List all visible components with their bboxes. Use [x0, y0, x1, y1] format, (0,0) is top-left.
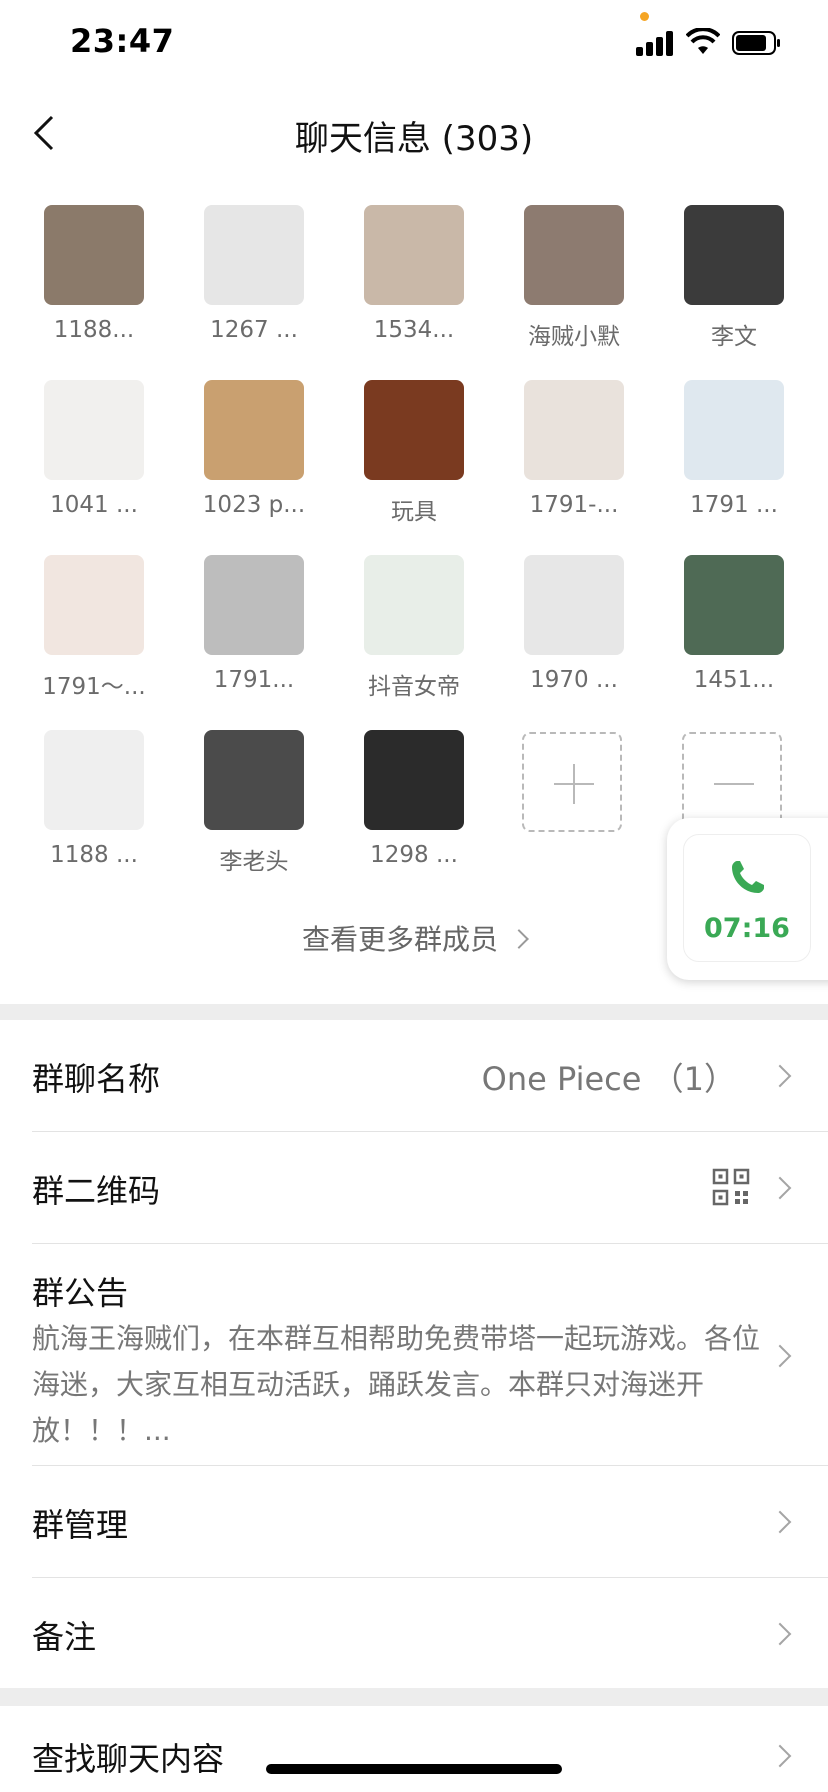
member-name: 1970 ...: [530, 667, 618, 693]
chevron-right-icon: [509, 929, 529, 949]
avatar[interactable]: [684, 380, 784, 480]
member-name: 玩具: [391, 499, 437, 525]
member-item[interactable]: 1970 ...: [504, 555, 644, 693]
avatar[interactable]: [204, 380, 304, 480]
floating-call-widget[interactable]: 07:16: [667, 818, 828, 980]
member-item[interactable]: 李文: [664, 205, 804, 351]
view-more-label: 查看更多群成员: [301, 923, 498, 956]
battery-icon: [732, 31, 780, 55]
member-name: 李老头: [219, 849, 289, 875]
member-name: 1188 ...: [50, 842, 138, 868]
member-name: 1267 ...: [210, 317, 298, 343]
section-separator: [0, 1004, 828, 1020]
avatar[interactable]: [364, 205, 464, 305]
member-item[interactable]: 海贼小默: [504, 205, 644, 351]
group-manage-label: 群管理: [32, 1506, 129, 1544]
avatar[interactable]: [204, 555, 304, 655]
group-name-label: 群聊名称: [32, 1060, 161, 1098]
avatar[interactable]: [524, 555, 624, 655]
member-item[interactable]: 1188...: [24, 205, 164, 343]
search-chat-label: 查找聊天内容: [32, 1740, 225, 1778]
member-item[interactable]: 1791 ...: [664, 380, 804, 518]
member-item[interactable]: 1188 ...: [24, 730, 164, 868]
mic-indicator-dot: [640, 12, 649, 21]
member-item[interactable]: 李老头: [184, 730, 324, 876]
group-manage-row[interactable]: 群管理: [0, 1466, 828, 1576]
member-item[interactable]: 1298 ...: [344, 730, 484, 868]
member-name: 1451...: [693, 667, 775, 693]
section-separator: [0, 1688, 828, 1706]
chevron-right-icon: [768, 1176, 792, 1200]
member-name: 1188...: [53, 317, 135, 343]
chevron-right-icon: [768, 1622, 792, 1646]
announcement-label: 群公告: [32, 1274, 129, 1312]
member-name: 1791-...: [529, 492, 619, 518]
group-name-value: One Piece （1）: [481, 1060, 736, 1098]
member-item[interactable]: 1534...: [344, 205, 484, 343]
member-name: 1791...: [213, 667, 295, 693]
avatar[interactable]: [44, 205, 144, 305]
status-bar: 23:47: [0, 0, 828, 90]
avatar[interactable]: [364, 730, 464, 830]
member-name: 1023 p...: [202, 492, 306, 518]
avatar[interactable]: [204, 730, 304, 830]
remove-member-button[interactable]: [682, 732, 782, 832]
signal-icon: [636, 30, 676, 56]
remark-row[interactable]: 备注: [0, 1578, 828, 1688]
member-name: 抖音女帝: [368, 674, 460, 700]
avatar[interactable]: [44, 380, 144, 480]
avatar[interactable]: [684, 205, 784, 305]
member-item[interactable]: 1451...: [664, 555, 804, 693]
avatar[interactable]: [204, 205, 304, 305]
member-name: 李文: [711, 324, 757, 350]
call-duration: 07:16: [704, 913, 790, 944]
member-item[interactable]: 1791-...: [504, 380, 644, 518]
home-indicator[interactable]: [266, 1764, 562, 1774]
chevron-right-icon: [768, 1064, 792, 1088]
phone-icon: [732, 861, 764, 893]
avatar[interactable]: [684, 555, 784, 655]
member-name: 海贼小默: [528, 324, 620, 350]
call-card[interactable]: 07:16: [683, 834, 811, 962]
member-name: 1534...: [373, 317, 455, 343]
group-qr-label: 群二维码: [32, 1172, 161, 1210]
member-item[interactable]: 1791...: [184, 555, 324, 693]
header: 聊天信息 (303): [0, 95, 828, 171]
chevron-right-icon: [768, 1510, 792, 1534]
member-item[interactable]: 玩具: [344, 380, 484, 526]
member-name: 1791～...: [42, 674, 146, 700]
remove-member-item[interactable]: [662, 732, 802, 832]
status-time: 23:47: [70, 22, 175, 60]
member-item[interactable]: 1041 ...: [24, 380, 164, 518]
chevron-right-icon: [768, 1744, 792, 1768]
member-name: 1041 ...: [50, 492, 138, 518]
member-item[interactable]: 1791～...: [24, 555, 164, 701]
avatar[interactable]: [364, 380, 464, 480]
avatar[interactable]: [44, 730, 144, 830]
page-title: 聊天信息 (303): [294, 119, 534, 159]
add-member-button[interactable]: [522, 732, 622, 832]
chevron-right-icon: [768, 1344, 792, 1368]
member-item[interactable]: 1267 ...: [184, 205, 324, 343]
avatar[interactable]: [524, 380, 624, 480]
member-item[interactable]: 抖音女帝: [344, 555, 484, 701]
avatar[interactable]: [44, 555, 144, 655]
avatar[interactable]: [364, 555, 464, 655]
wifi-icon: [686, 28, 720, 54]
announcement-text: 航海王海贼们，在本群互相帮助免费带塔一起玩游戏。各位海迷，大家互相互动活跃，踊跃…: [32, 1322, 761, 1447]
add-member-item[interactable]: [502, 732, 642, 832]
member-name: 1298 ...: [370, 842, 458, 868]
member-item[interactable]: 1023 p...: [184, 380, 324, 518]
avatar[interactable]: [524, 205, 624, 305]
group-name-row[interactable]: 群聊名称 One Piece （1）: [0, 1020, 828, 1130]
qr-code-icon: [712, 1168, 750, 1206]
remark-label: 备注: [32, 1618, 97, 1656]
group-qr-row[interactable]: 群二维码: [0, 1132, 828, 1242]
member-name: 1791 ...: [690, 492, 778, 518]
group-announcement-row[interactable]: 群公告 航海王海贼们，在本群互相帮助免费带塔一起玩游戏。各位海迷，大家互相互动活…: [0, 1244, 828, 1464]
search-chat-row[interactable]: 查找聊天内容: [0, 1706, 828, 1792]
